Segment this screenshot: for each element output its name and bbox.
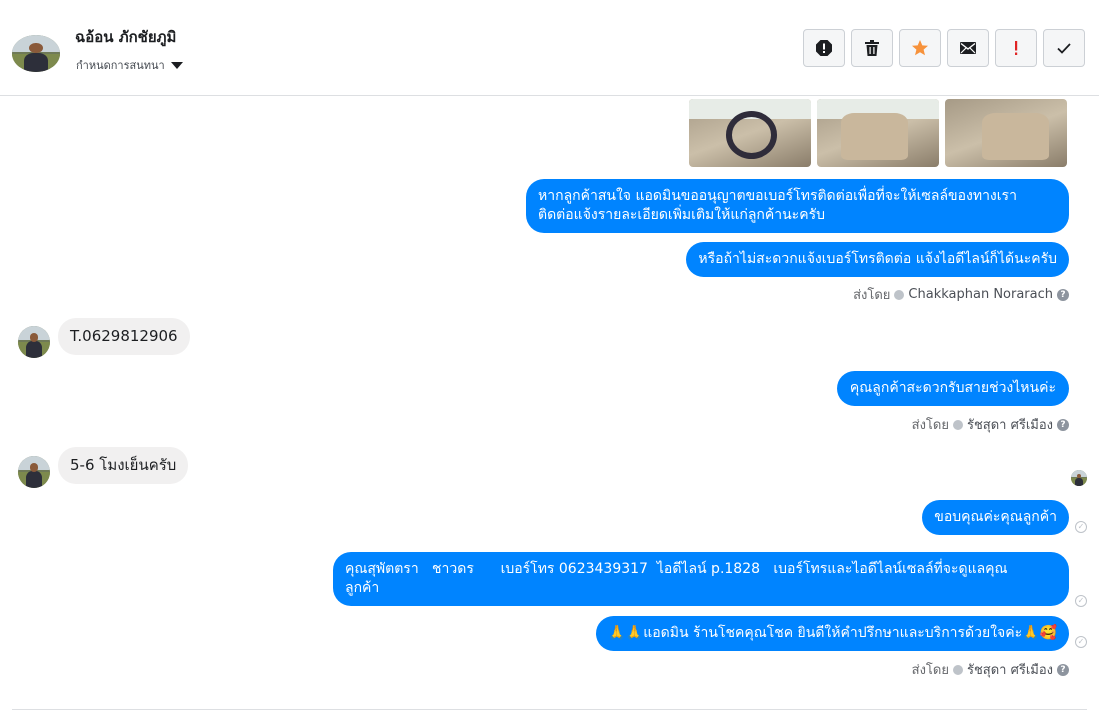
contact-avatar[interactable] (12, 35, 60, 72)
help-icon[interactable]: ? (1057, 663, 1069, 676)
conversation-toolbar (803, 29, 1085, 67)
seen-by-avatar (1071, 470, 1087, 486)
help-icon[interactable]: ? (1057, 288, 1069, 301)
sent-by-line: ส่งโดย Chakkaphan Norarach ? (853, 284, 1069, 305)
conversation-schedule-dropdown[interactable]: กำหนดการสนทนา (76, 56, 183, 74)
car-photo-steering-wheel[interactable] (689, 99, 811, 167)
exclamation-icon (1015, 41, 1018, 55)
outgoing-message[interactable]: หรือถ้าไม่สะดวกแจ้งเบอร์โทรติดต่อ แจ้งไอ… (686, 242, 1069, 277)
incoming-message[interactable]: 5-6 โมงเย็นครับ (58, 447, 189, 484)
delivered-receipt-icon: ✓ (1075, 521, 1087, 533)
contact-name[interactable]: ฉอ้อน ภักชัยภูมิ (75, 25, 176, 49)
delivered-receipt-icon: ✓ (1075, 636, 1087, 648)
outgoing-message[interactable]: คุณลูกค้าสะดวกรับสายช่วงไหนค่ะ (836, 371, 1069, 406)
star-icon (912, 40, 928, 56)
caret-down-icon (170, 61, 183, 69)
message-thread[interactable]: หากลูกค้าสนใจ แอดมินขออนุญาตขอเบอร์โทรติ… (0, 97, 1099, 714)
sent-by-label: ส่งโดย (911, 663, 949, 678)
outgoing-message[interactable]: ขอบคุณค่ะคุณลูกค้า (922, 500, 1069, 535)
mark-spam-button[interactable] (803, 29, 845, 67)
sent-by-line: ส่งโดย รัชสุดา ศรีเมือง ? (912, 659, 1069, 680)
sender-name: Chakkaphan Norarach (908, 287, 1053, 302)
contact-avatar-small[interactable] (18, 456, 50, 488)
checkmark-icon (1057, 43, 1071, 54)
envelope-icon (960, 42, 976, 54)
car-photo-rear-seats[interactable] (945, 99, 1067, 167)
mark-unread-button[interactable] (947, 29, 989, 67)
outgoing-message[interactable]: หากลูกค้าสนใจ แอดมินขออนุญาตขอเบอร์โทรติ… (526, 179, 1069, 233)
sent-by-label: ส่งโดย (853, 288, 891, 303)
star-button[interactable] (899, 29, 941, 67)
conversation-header: ฉอ้อน ภักชัยภูมิ กำหนดการสนทนา (0, 0, 1099, 96)
trash-icon (865, 40, 879, 56)
sender-name: รัชสุดา ศรีเมือง (966, 418, 1053, 433)
help-icon[interactable]: ? (1057, 418, 1069, 431)
flag-button[interactable] (995, 29, 1037, 67)
spam-alert-icon (816, 40, 832, 56)
contact-avatar-small[interactable] (18, 326, 50, 358)
sender-name: รัชสุดา ศรีเมือง (966, 663, 1053, 678)
outgoing-message[interactable]: คุณสุพัตตรา ชาวดร เบอร์โทร 0623439317 ไอ… (333, 552, 1069, 606)
outgoing-message[interactable]: 🙏🙏แอดมิน ร้านโชคคุณโชค ยินดีให้คำปรึกษาแ… (596, 616, 1069, 651)
car-photo-front-seats[interactable] (817, 99, 939, 167)
sent-by-label: ส่งโดย (911, 418, 949, 433)
composer-divider (12, 709, 1087, 710)
mark-done-button[interactable] (1043, 29, 1085, 67)
sent-by-line: ส่งโดย รัชสุดา ศรีเมือง ? (912, 414, 1069, 435)
verified-badge-icon (894, 289, 905, 300)
conversation-schedule-label: กำหนดการสนทนา (76, 59, 165, 72)
delivered-receipt-icon: ✓ (1075, 595, 1087, 607)
verified-badge-icon (952, 664, 963, 675)
delete-button[interactable] (851, 29, 893, 67)
verified-badge-icon (952, 419, 963, 430)
incoming-message[interactable]: T.0629812906 (58, 318, 190, 355)
